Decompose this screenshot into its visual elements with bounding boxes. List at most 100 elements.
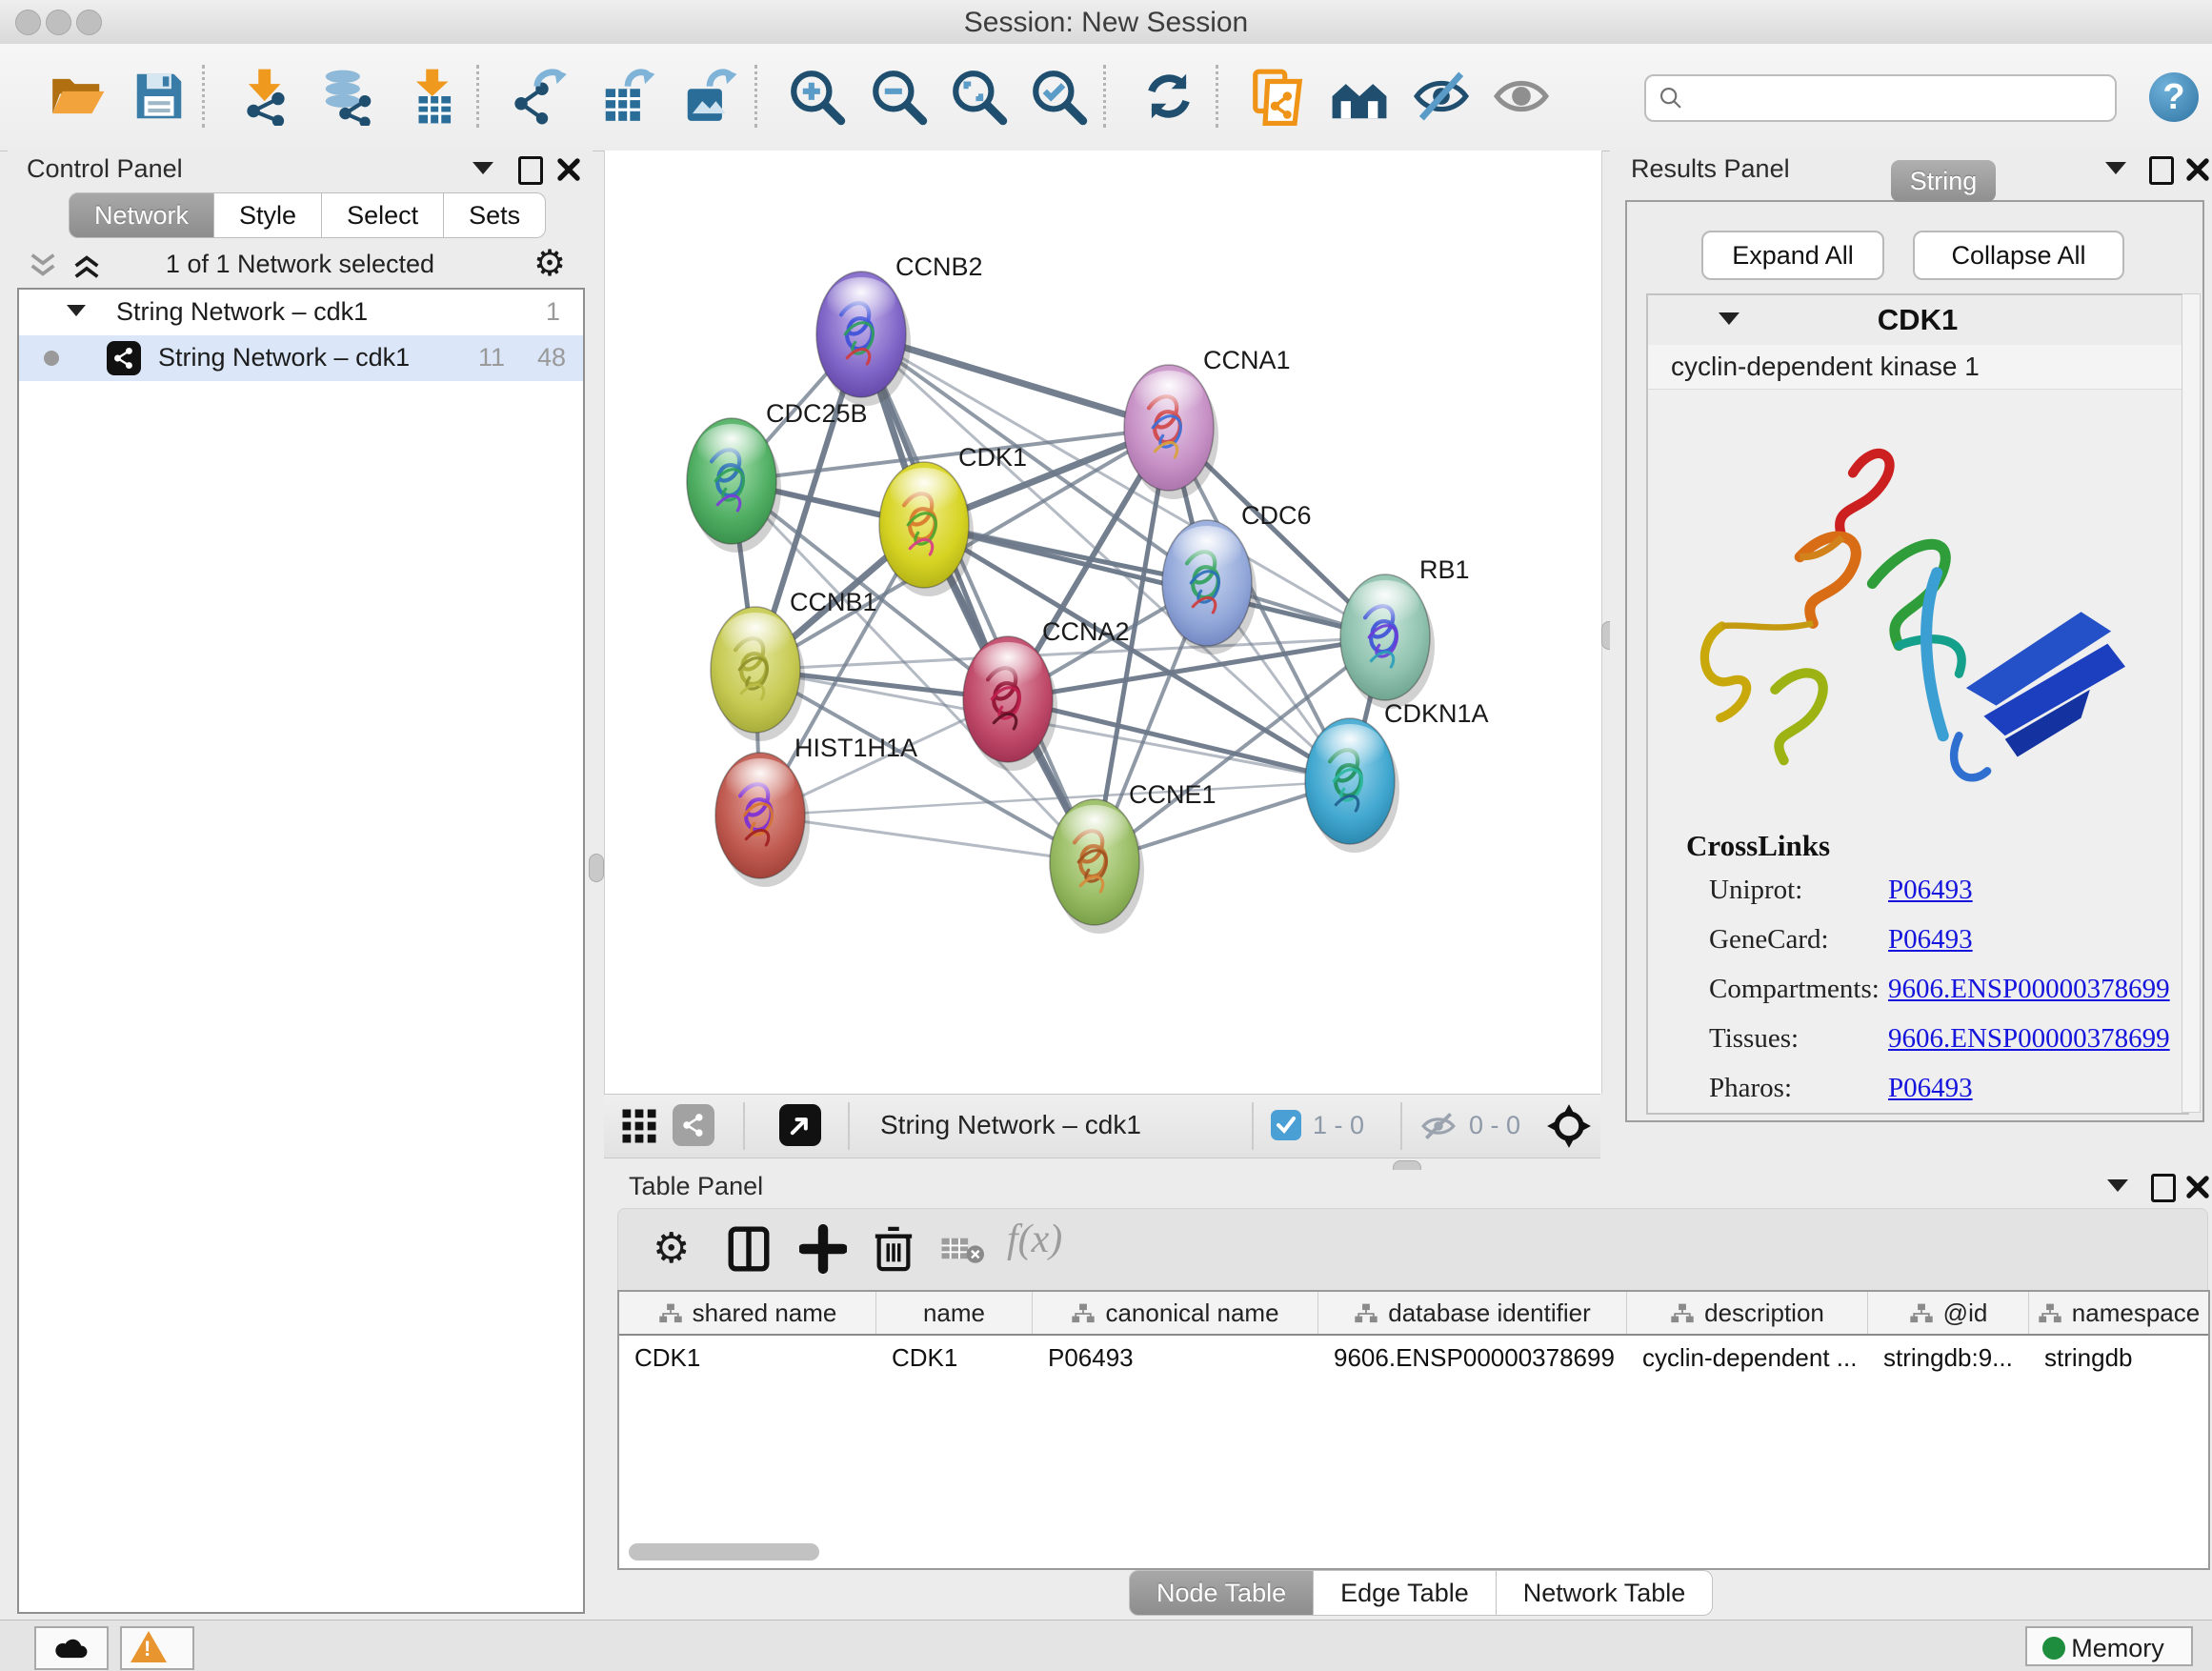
cell-namespace[interactable]: stringdb	[2029, 1336, 2208, 1379]
network-row-selected[interactable]: String Network – cdk1 11 48	[19, 335, 583, 381]
export-image-button[interactable]	[680, 67, 739, 126]
close-panel-icon[interactable]	[556, 157, 581, 182]
detach-view-icon[interactable]	[779, 1104, 821, 1146]
new-network-from-selection-button[interactable]	[1248, 67, 1307, 126]
results-panel-title: Results Panel	[1631, 154, 1790, 184]
warnings-button[interactable]	[120, 1626, 194, 1670]
apply-layout-button[interactable]	[1139, 67, 1198, 126]
column-header-name[interactable]: name	[876, 1292, 1033, 1334]
cloud-button[interactable]	[34, 1626, 109, 1670]
crosslink-link[interactable]: P06493	[1888, 924, 1973, 956]
float-panel-icon[interactable]	[518, 156, 543, 185]
tab-edge-table[interactable]: Edge Table	[1314, 1570, 1497, 1616]
cell-name[interactable]: CDK1	[876, 1336, 1033, 1379]
import-table-from-file-button[interactable]	[404, 67, 463, 126]
add-column-plus-icon[interactable]	[799, 1224, 847, 1274]
column-header-namespace[interactable]: namespace	[2029, 1292, 2208, 1334]
delete-column-trash-icon[interactable]	[872, 1224, 915, 1274]
left-splitter-handle[interactable]	[589, 854, 604, 882]
network-canvas[interactable]: CCNB2CCNA1CDC25BCDK1CDC6RB1CCNB1CCNA2CDK…	[604, 151, 1602, 1094]
column-header-database-identifier[interactable]: database identifier	[1318, 1292, 1627, 1334]
zoom-out-button[interactable]	[869, 67, 928, 126]
gear-icon[interactable]: ⚙	[533, 246, 566, 282]
table-settings-gear-icon[interactable]: ⚙	[653, 1224, 690, 1274]
network-node-ccne1[interactable]: CCNE1	[1050, 780, 1217, 934]
network-edge[interactable]	[924, 525, 1385, 637]
import-network-from-file-button[interactable]	[236, 67, 295, 126]
collection-count: 1	[546, 297, 560, 327]
cell-id[interactable]: stringdb:9...	[1868, 1336, 2029, 1379]
network-node-cdc6[interactable]: CDC6	[1162, 501, 1312, 654]
cell-shared-name[interactable]: CDK1	[619, 1336, 876, 1379]
network-badge-icon[interactable]	[673, 1104, 714, 1146]
selected-nodes-checkbox-icon[interactable]	[1271, 1110, 1301, 1140]
table-row[interactable]: CDK1 CDK1 P06493 9606.ENSP00000378699 cy…	[619, 1336, 2208, 1379]
panel-menu-icon[interactable]	[473, 162, 493, 174]
network-edge[interactable]	[861, 334, 1095, 862]
zoom-selected-button[interactable]	[1029, 67, 1088, 126]
close-panel-icon[interactable]	[2185, 1175, 2210, 1199]
tab-network-table[interactable]: Network Table	[1497, 1570, 1714, 1616]
search-icon	[1658, 85, 1684, 111]
crosslink-link[interactable]: 9606.ENSP00000378699	[1888, 974, 2170, 1005]
search-input[interactable]	[1696, 80, 2100, 114]
cell-canonical-name[interactable]: P06493	[1033, 1336, 1318, 1379]
function-builder-icon: f(x)	[1007, 1217, 1062, 1262]
results-panel: Results Panel Expand All Collapse All CD…	[1610, 151, 2212, 1158]
network-name: String Network – cdk1	[158, 343, 410, 372]
tab-select[interactable]: Select	[322, 192, 444, 238]
gene-header-row[interactable]: CDK1	[1648, 295, 2187, 346]
collection-expander-icon[interactable]	[67, 305, 86, 316]
column-header-description[interactable]: description	[1627, 1292, 1868, 1334]
expand-all-button[interactable]: Expand All	[1701, 231, 1884, 280]
zoom-fit-icon	[949, 67, 1008, 126]
node-label: CDKN1A	[1384, 699, 1489, 728]
cloud-icon	[53, 1636, 90, 1661]
network-collection-row[interactable]: String Network – cdk1 1	[19, 290, 583, 335]
close-panel-icon[interactable]	[2185, 157, 2210, 182]
zoom-fit-button[interactable]	[949, 67, 1008, 126]
birdseye-crosshair-icon[interactable]	[1545, 1102, 1593, 1150]
table-horizontal-scrollbar[interactable]	[629, 1543, 819, 1560]
collapse-all-button[interactable]: Collapse All	[1913, 231, 2124, 280]
crosslink-link[interactable]: P06493	[1888, 1073, 1973, 1104]
import-network-from-database-button[interactable]	[318, 67, 377, 126]
network-node-hist1h1a[interactable]: HIST1H1A	[715, 734, 917, 887]
panel-menu-icon[interactable]	[2105, 162, 2126, 174]
tab-string[interactable]: String	[1891, 160, 1996, 202]
hide-selected-button[interactable]	[1412, 67, 1471, 126]
tab-network[interactable]: Network	[69, 192, 214, 238]
help-button[interactable]: ?	[2149, 72, 2199, 122]
zoom-in-button[interactable]	[787, 67, 846, 126]
column-header-id[interactable]: @id	[1868, 1292, 2029, 1334]
show-columns-icon[interactable]	[725, 1224, 773, 1274]
show-all-button[interactable]	[1492, 67, 1551, 126]
panel-menu-icon[interactable]	[2107, 1179, 2128, 1192]
cell-description[interactable]: cyclin-dependent ...	[1627, 1336, 1868, 1379]
save-session-button[interactable]	[130, 67, 189, 126]
tab-style[interactable]: Style	[214, 192, 322, 238]
export-table-button[interactable]	[598, 67, 657, 126]
cell-database-identifier[interactable]: 9606.ENSP00000378699	[1318, 1336, 1627, 1379]
network-edge[interactable]	[760, 815, 1095, 862]
grid-view-icon[interactable]	[619, 1106, 659, 1146]
network-node-ccna2[interactable]: CCNA2	[963, 617, 1130, 771]
export-network-button[interactable]	[513, 67, 572, 126]
network-node-rb1[interactable]: RB1	[1340, 555, 1470, 709]
results-scrollbar[interactable]	[2182, 293, 2201, 1113]
column-header-canonical-name[interactable]: canonical name	[1033, 1292, 1318, 1334]
network-graph[interactable]: CCNB2CCNA1CDC25BCDK1CDC6RB1CCNB1CCNA2CDK…	[605, 151, 1601, 1094]
column-header-shared-name[interactable]: shared name	[619, 1292, 876, 1334]
open-session-button[interactable]	[48, 67, 107, 126]
memory-button[interactable]: Memory	[2025, 1626, 2193, 1666]
float-panel-icon[interactable]	[2149, 156, 2174, 185]
tab-sets[interactable]: Sets	[444, 192, 546, 238]
crosslink-link[interactable]: P06493	[1888, 875, 1973, 906]
crosslink-link[interactable]: 9606.ENSP00000378699	[1888, 1023, 2170, 1055]
network-node-cdkn1a[interactable]: CDKN1A	[1305, 699, 1489, 853]
network-node-ccna1[interactable]: CCNA1	[1124, 346, 1291, 499]
float-panel-icon[interactable]	[2151, 1174, 2176, 1202]
tab-node-table[interactable]: Node Table	[1129, 1570, 1314, 1616]
first-neighbors-button[interactable]	[1330, 67, 1389, 126]
network-node-ccnb2[interactable]: CCNB2	[816, 252, 983, 406]
